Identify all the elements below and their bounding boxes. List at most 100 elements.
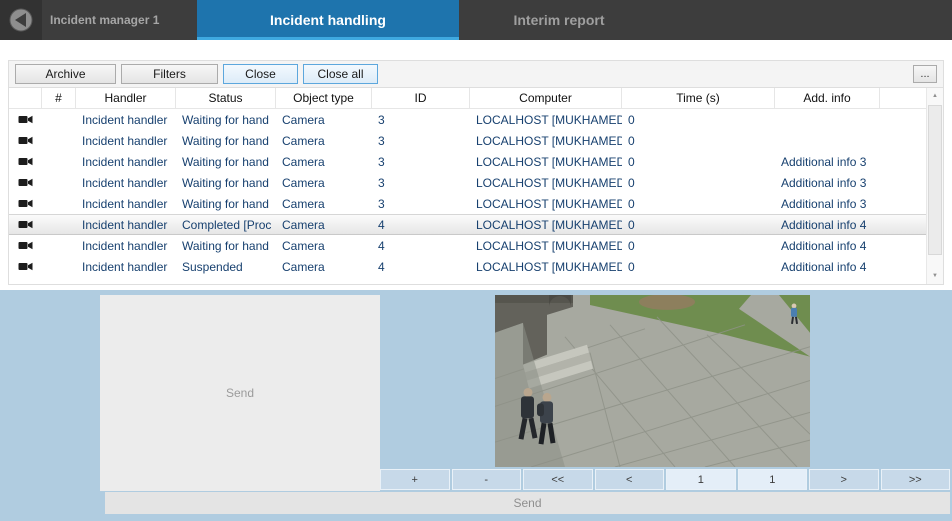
- cell-status: Waiting for hand: [176, 239, 276, 253]
- cell-id: 3: [372, 113, 470, 127]
- cell-object-type: Camera: [276, 197, 372, 211]
- cell-computer: LOCALHOST [MUKHAMED: [470, 260, 622, 274]
- cell-time: 0: [622, 134, 775, 148]
- cell-id: 4: [372, 239, 470, 253]
- cell-object-type: Camera: [276, 113, 372, 127]
- table-row[interactable]: Incident handlerWaiting for handCamera3L…: [9, 130, 926, 151]
- cell-time: 0: [622, 197, 775, 211]
- cell-handler: Incident handler: [76, 218, 176, 232]
- cell-object-type: Camera: [276, 155, 372, 169]
- tab-incident-handling[interactable]: Incident handling: [197, 0, 459, 40]
- playback-controls: +-<<<11>>>: [380, 469, 950, 490]
- cell-id: 4: [372, 260, 470, 274]
- cell-id: 3: [372, 134, 470, 148]
- table-row[interactable]: Incident handlerWaiting for handCamera3L…: [9, 151, 926, 172]
- column-header-handler[interactable]: Handler: [76, 88, 176, 108]
- cell-computer: LOCALHOST [MUKHAMED: [470, 218, 622, 232]
- step-forward-button[interactable]: >: [809, 469, 879, 490]
- table-row[interactable]: Incident handlerWaiting for handCamera3L…: [9, 172, 926, 193]
- table-row[interactable]: Incident handlerCompleted [ProcCamera4LO…: [9, 214, 926, 235]
- column-header-icon[interactable]: [9, 88, 42, 108]
- camera-icon: [9, 241, 42, 250]
- cell-handler: Incident handler: [76, 134, 176, 148]
- cell-add-info: Additional info 4: [775, 218, 880, 232]
- page-total-button[interactable]: 1: [738, 469, 808, 490]
- cell-status: Suspended: [176, 260, 276, 274]
- incident-table: #HandlerStatusObject typeIDComputerTime …: [8, 88, 944, 285]
- page-current-button[interactable]: 1: [666, 469, 736, 490]
- column-header-status[interactable]: Status: [176, 88, 276, 108]
- table-row[interactable]: Incident handlerWaiting for handCamera4L…: [9, 235, 926, 256]
- cell-time: 0: [622, 155, 775, 169]
- cell-computer: LOCALHOST [MUKHAMED: [470, 239, 622, 253]
- table-row[interactable]: Incident handlerWaiting for handCamera3L…: [9, 109, 926, 130]
- column-header-id[interactable]: ID: [372, 88, 470, 108]
- cell-status: Waiting for hand: [176, 176, 276, 190]
- cell-time: 0: [622, 239, 775, 253]
- cell-handler: Incident handler: [76, 239, 176, 253]
- fast-backward-button[interactable]: <<: [523, 469, 593, 490]
- column-header-object-type[interactable]: Object type: [276, 88, 372, 108]
- tab-interim-report[interactable]: Interim report: [471, 0, 647, 40]
- incident-table-body: Incident handlerWaiting for handCamera3L…: [9, 109, 926, 277]
- incident-manager-window: Incident manager 1 Incident handling Int…: [0, 0, 952, 521]
- send-button[interactable]: Send: [105, 492, 950, 514]
- app-logo-icon[interactable]: [0, 0, 42, 40]
- cell-add-info: Additional info 3: [775, 176, 880, 190]
- toolbar: ArchiveFiltersCloseClose all ...: [8, 60, 944, 88]
- column-header-filler: [880, 88, 926, 108]
- toolbar-button-filters[interactable]: Filters: [121, 64, 218, 84]
- scroll-down-icon[interactable]: ▼: [927, 268, 943, 284]
- camera-icon: [9, 199, 42, 208]
- camera-icon: [9, 157, 42, 166]
- send-panel[interactable]: Send: [100, 295, 380, 491]
- cell-time: 0: [622, 218, 775, 232]
- cell-computer: LOCALHOST [MUKHAMED: [470, 176, 622, 190]
- toolbar-button-close[interactable]: Close: [223, 64, 298, 84]
- table-row[interactable]: Incident handlerWaiting for handCamera3L…: [9, 193, 926, 214]
- column-header-add-info[interactable]: Add. info: [775, 88, 880, 108]
- cell-add-info: Additional info 3: [775, 197, 880, 211]
- top-bar: Incident manager 1 Incident handling Int…: [0, 0, 952, 40]
- tab-incident-handling-label: Incident handling: [270, 12, 386, 28]
- zoom-in-button[interactable]: +: [380, 469, 450, 490]
- cell-status: Completed [Proc: [176, 218, 276, 232]
- scroll-thumb[interactable]: [928, 105, 942, 255]
- zoom-out-button[interactable]: -: [452, 469, 522, 490]
- cell-time: 0: [622, 260, 775, 274]
- step-backward-button[interactable]: <: [595, 469, 665, 490]
- cell-id: 3: [372, 155, 470, 169]
- column-header-time[interactable]: Time (s): [622, 88, 775, 108]
- video-frame[interactable]: [495, 295, 810, 467]
- cell-time: 0: [622, 176, 775, 190]
- more-button[interactable]: ...: [913, 65, 937, 83]
- toolbar-button-close-all[interactable]: Close all: [303, 64, 378, 84]
- bottom-panel: Send: [0, 290, 952, 521]
- cell-object-type: Camera: [276, 239, 372, 253]
- cell-handler: Incident handler: [76, 113, 176, 127]
- cell-object-type: Camera: [276, 260, 372, 274]
- table-header: #HandlerStatusObject typeIDComputerTime …: [9, 88, 926, 109]
- cell-time: 0: [622, 113, 775, 127]
- send-panel-label: Send: [226, 386, 254, 400]
- cell-computer: LOCALHOST [MUKHAMED: [470, 155, 622, 169]
- cell-handler: Incident handler: [76, 155, 176, 169]
- cell-handler: Incident handler: [76, 197, 176, 211]
- cell-computer: LOCALHOST [MUKHAMED: [470, 134, 622, 148]
- fast-forward-button[interactable]: >>: [881, 469, 951, 490]
- vertical-scrollbar[interactable]: ▲ ▼: [926, 88, 943, 284]
- column-header-computer[interactable]: Computer: [470, 88, 622, 108]
- cell-add-info: Additional info 4: [775, 239, 880, 253]
- table-row[interactable]: Incident handlerSuspendedCamera4LOCALHOS…: [9, 256, 926, 277]
- camera-icon: [9, 115, 42, 124]
- video-scene: [495, 295, 810, 467]
- column-header-number[interactable]: #: [42, 88, 76, 108]
- toolbar-buttons: ArchiveFiltersCloseClose all: [15, 64, 378, 84]
- scroll-up-icon[interactable]: ▲: [927, 88, 943, 104]
- send-button-label: Send: [513, 496, 541, 510]
- camera-icon: [9, 262, 42, 271]
- cell-object-type: Camera: [276, 218, 372, 232]
- toolbar-button-archive[interactable]: Archive: [15, 64, 116, 84]
- camera-icon: [9, 220, 42, 229]
- camera-icon: [9, 136, 42, 145]
